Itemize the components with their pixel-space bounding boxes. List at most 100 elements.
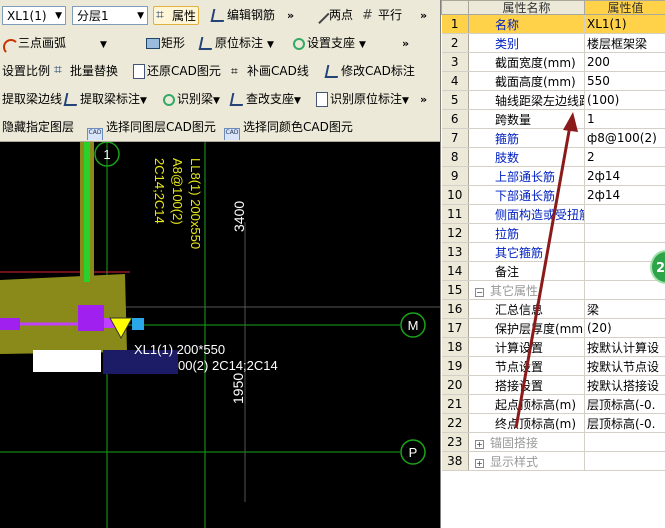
property-row[interactable]: 16 汇总信息 梁 <box>441 299 665 319</box>
property-value[interactable]: 楼层框架梁 <box>584 33 665 53</box>
extract-beam-annotation-button[interactable]: 提取梁标注▼ <box>62 90 149 109</box>
more-label: » <box>420 93 428 106</box>
edit-rebar-button[interactable]: 编辑钢筋 <box>209 6 277 25</box>
element-select[interactable]: XL1(1) ▼ <box>2 6 66 25</box>
toolbar-row-3: 设置比例 批量替换 还原CAD图元 ⌗ 补画CAD线 修改CAD标注 <box>0 59 440 84</box>
identify-beam-label: 识别梁 <box>177 92 214 106</box>
property-name: 肢数 <box>468 147 585 167</box>
row-number: 4 <box>441 71 469 91</box>
property-row[interactable]: 19 节点设置 按默认节点设 <box>441 356 665 376</box>
property-value[interactable]: 1 <box>584 109 665 129</box>
property-value[interactable]: 2 <box>584 147 665 167</box>
extract-beam-edge-button[interactable]: 提取梁边线 <box>0 90 64 109</box>
property-row[interactable]: 22 终点顶标高(m) 层顶标高(-0. <box>441 413 665 433</box>
property-value[interactable]: 梁 <box>584 299 665 319</box>
property-row[interactable]: 14 备注 <box>441 261 665 281</box>
select-same-color-button[interactable]: CAD 选择同颜色CAD图元 <box>222 118 355 140</box>
property-row[interactable]: 8 肢数 2 <box>441 147 665 167</box>
set-ratio-button[interactable]: 设置比例 <box>0 62 52 81</box>
property-name-text: 终点顶标高(m) <box>495 416 577 431</box>
property-value[interactable]: 2ф14 <box>584 185 665 205</box>
property-value[interactable] <box>584 204 665 224</box>
expand-icon[interactable]: + <box>475 458 484 468</box>
hide-layer-button[interactable]: 隐藏指定图层 <box>0 118 76 137</box>
identify-beam-button[interactable]: 识别梁▼ <box>159 90 222 109</box>
property-value[interactable] <box>584 223 665 243</box>
rectangle-button[interactable]: 矩形 <box>143 34 187 53</box>
property-name-text: 跨数量 <box>495 112 532 127</box>
property-value[interactable]: 层顶标高(-0. <box>584 394 665 414</box>
property-name: 备注 <box>468 261 585 281</box>
property-name-text: 其它属性 <box>490 283 539 298</box>
property-row[interactable]: 4 截面高度(mm) 550 <box>441 71 665 91</box>
property-value[interactable]: 200 <box>584 52 665 72</box>
collapse-icon[interactable]: − <box>475 287 484 297</box>
origin-annotation-button[interactable]: 原位标注 ▼ <box>197 34 276 53</box>
floor-select[interactable]: 分层1 ▼ <box>72 6 148 25</box>
modify-cad-annotation-label: 修改CAD标注 <box>341 64 415 78</box>
property-value[interactable]: ф8@100(2) <box>584 128 665 148</box>
select-same-layer-button[interactable]: CAD 选择同图层CAD图元 <box>85 118 218 140</box>
property-name: 拉筋 <box>468 223 585 243</box>
property-row[interactable]: 13 其它箍筋 <box>441 242 665 262</box>
modify-cad-annotation-button[interactable]: 修改CAD标注 <box>323 62 417 81</box>
more-button-4[interactable]: » <box>418 90 429 109</box>
property-table: 属性名称 属性值 1 名称 XL1(1) 2 类别 楼层框架梁 3 截面宽度(mm) 200… <box>441 0 665 471</box>
property-row[interactable]: 6 跨数量 1 <box>441 109 665 129</box>
property-value[interactable]: 层顶标高(-0. <box>584 413 665 433</box>
property-row[interactable]: 2 类别 楼层框架梁 <box>441 33 665 53</box>
property-row[interactable]: 11 侧面构造或受扭筋 <box>441 204 665 224</box>
property-value[interactable]: 550 <box>584 71 665 91</box>
restore-cad-button[interactable]: 还原CAD图元 <box>129 62 223 81</box>
property-group-display[interactable]: 38 + 显示样式 <box>441 451 665 471</box>
property-value <box>584 280 665 300</box>
row-number: 16 <box>441 299 469 319</box>
property-row[interactable]: 5 轴线距梁左边线距 (100) <box>441 90 665 110</box>
axis-label-m: M <box>408 318 419 333</box>
property-group-anchor[interactable]: 23 + 锚固搭接 <box>441 432 665 452</box>
property-row[interactable]: 3 截面宽度(mm) 200 <box>441 52 665 72</box>
property-value[interactable]: XL1(1) <box>584 14 665 34</box>
more-button-2[interactable]: » <box>418 6 429 25</box>
expand-icon[interactable]: + <box>475 439 484 449</box>
property-value[interactable]: 2ф14 <box>584 166 665 186</box>
property-row[interactable]: 10 下部通长筋 2ф14 <box>441 185 665 205</box>
property-row[interactable]: 7 箍筋 ф8@100(2) <box>441 128 665 148</box>
property-row[interactable]: 9 上部通长筋 2ф14 <box>441 166 665 186</box>
property-name-text: 截面宽度(mm) <box>495 55 576 70</box>
more-button-3[interactable]: » <box>400 34 411 53</box>
row-number: 17 <box>441 318 469 338</box>
property-row[interactable]: 18 计算设置 按默认计算设 <box>441 337 665 357</box>
three-point-arc-label: 三点画弧 <box>18 36 67 50</box>
two-points-button[interactable]: 两点 <box>310 4 355 25</box>
set-support-button[interactable]: 设置支座 ▼ <box>289 34 368 53</box>
more-label: » <box>420 9 428 22</box>
property-row[interactable]: 21 起点顶标高(m) 层顶标高(-0. <box>441 394 665 414</box>
annotate-icon <box>199 36 213 49</box>
property-value[interactable]: 按默认节点设 <box>584 356 665 376</box>
properties-icon <box>156 6 170 25</box>
more-button[interactable]: » <box>285 6 296 25</box>
grip-square[interactable] <box>132 318 144 330</box>
parallel-button[interactable]: # 平行 <box>360 6 404 25</box>
properties-button[interactable]: 属性 <box>153 6 200 25</box>
batch-replace-button[interactable]: 批量替换 <box>52 61 120 81</box>
property-value[interactable]: (20) <box>584 318 665 338</box>
draw-cad-line-button[interactable]: ⌗ 补画CAD线 <box>229 62 311 81</box>
check-support-button[interactable]: 查改支座▼ <box>228 90 303 109</box>
property-row[interactable]: 17 保护层厚度(mm) (20) <box>441 318 665 338</box>
column-core <box>84 142 90 282</box>
property-header: 属性名称 属性值 <box>441 0 665 15</box>
property-value[interactable]: (100) <box>584 90 665 110</box>
three-point-arc-button[interactable]: 三点画弧 ▼ <box>0 34 109 55</box>
line-icon <box>310 4 330 25</box>
property-row[interactable]: 20 搭接设置 按默认搭接设 <box>441 375 665 395</box>
property-row[interactable]: 12 拉筋 <box>441 223 665 243</box>
property-value[interactable]: 按默认搭接设 <box>584 375 665 395</box>
identify-origin-annotation-button[interactable]: 识别原位标注▼ <box>312 90 411 109</box>
rebar-shape <box>0 318 20 330</box>
property-value[interactable]: 按默认计算设 <box>584 337 665 357</box>
drawing-canvas[interactable]: 1 M P 3400 1950 LL8(1) 200x550 A8@100(2)… <box>0 142 440 528</box>
property-group-other[interactable]: 15− 其它属性 <box>441 280 665 300</box>
property-row-name[interactable]: 1 名称 XL1(1) <box>441 14 665 34</box>
